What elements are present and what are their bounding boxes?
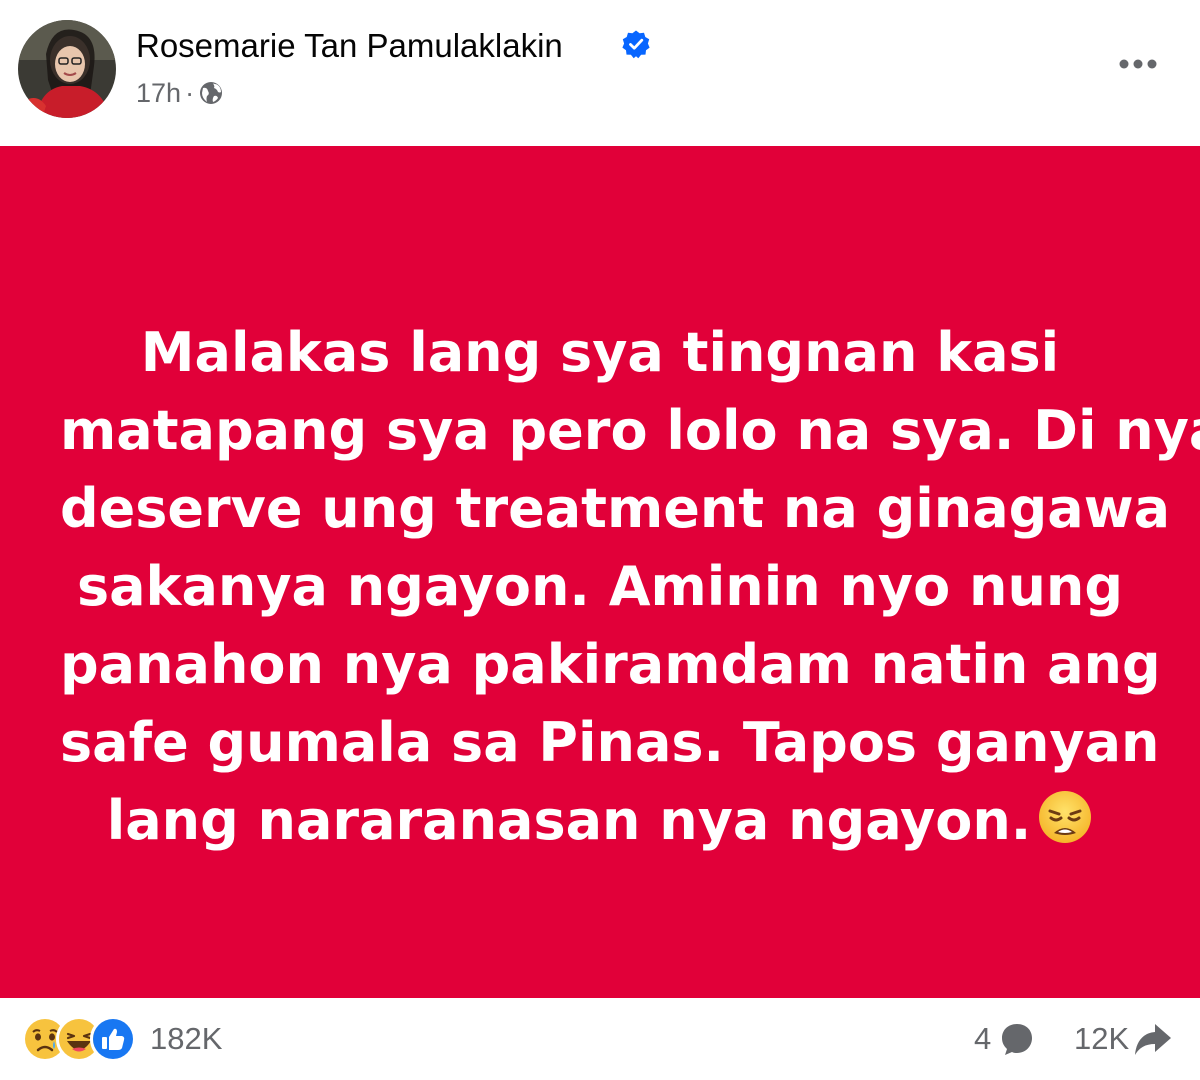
post-text-line: Malakas lang sya tingnan kasi bbox=[140, 321, 1060, 384]
author-name[interactable]: Rosemarie Tan Pamulaklakin bbox=[136, 26, 563, 66]
post-text-line: lang nararanasan nya ngayon. bbox=[106, 789, 1032, 852]
post-meta: 17h · bbox=[136, 76, 224, 110]
post-footer: 182K 4 12K bbox=[0, 998, 1200, 1080]
verified-badge-icon bbox=[622, 30, 650, 59]
comment-count-link[interactable]: 4 bbox=[974, 1016, 1035, 1062]
post-text-line-last: lang nararanasan nya ngayon. bbox=[60, 782, 1140, 860]
post-text-line: deserve ung treatment na ginagawa bbox=[60, 477, 1171, 540]
post-text: Malakas lang sya tingnan kasi matapang s… bbox=[60, 314, 1200, 860]
post-text-line: sakanya ngayon. Aminin nyo nung bbox=[76, 555, 1124, 618]
like-reaction-icon bbox=[90, 1016, 136, 1062]
comment-count: 4 bbox=[974, 1021, 992, 1056]
post-text-line: safe gumala sa Pinas. Tapos ganyan bbox=[60, 711, 1160, 774]
post-text-background: Malakas lang sya tingnan kasi matapang s… bbox=[0, 146, 1200, 998]
post-time[interactable]: 17h bbox=[136, 78, 181, 109]
author-avatar[interactable] bbox=[18, 20, 116, 118]
profile-photo-icon bbox=[18, 20, 116, 118]
more-dots-icon bbox=[1119, 59, 1157, 69]
share-count-link[interactable]: 12K bbox=[1074, 1016, 1173, 1062]
comment-bubble-icon bbox=[1002, 1024, 1033, 1055]
meta-separator: · bbox=[185, 77, 195, 108]
post-text-line: matapang sya pero lolo na sya. Di nya bbox=[60, 399, 1200, 462]
globe-icon[interactable] bbox=[198, 80, 224, 106]
share-count: 12K bbox=[1074, 1021, 1130, 1056]
reaction-count: 182K bbox=[150, 1021, 223, 1056]
post-header: Rosemarie Tan Pamulaklakin 17h · bbox=[0, 0, 1200, 146]
more-options-button[interactable] bbox=[1110, 42, 1166, 86]
thumbs-up-icon bbox=[93, 1019, 133, 1059]
reactions-summary[interactable]: 182K bbox=[22, 1013, 222, 1065]
share-arrow-icon bbox=[1135, 1024, 1172, 1055]
tired-face-emoji-icon bbox=[1039, 791, 1092, 843]
post-text-line: panahon nya pakiramdam natin ang bbox=[60, 633, 1161, 696]
